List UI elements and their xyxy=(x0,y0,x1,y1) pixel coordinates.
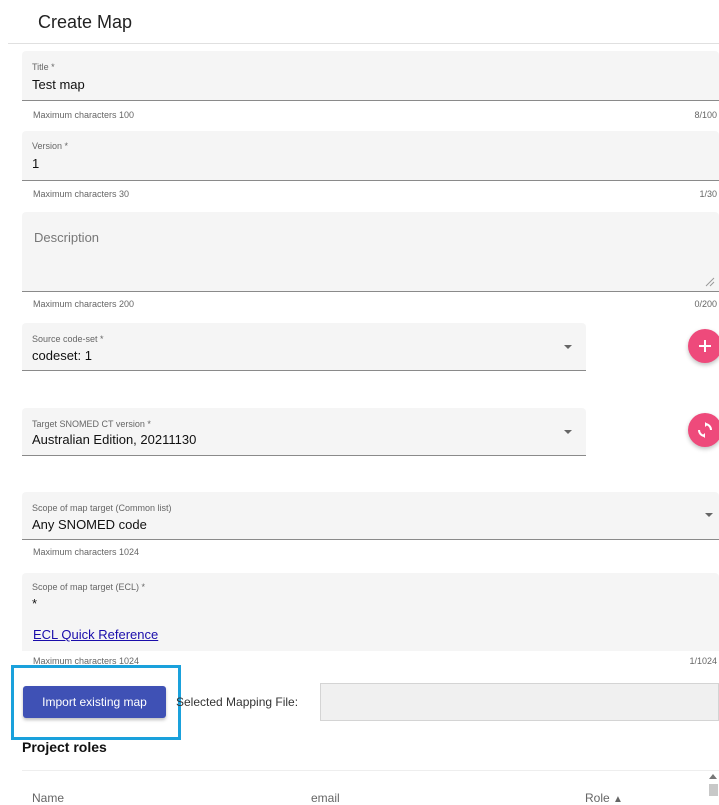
description-field[interactable]: Description xyxy=(22,212,719,292)
scope-ecl-value: * xyxy=(32,596,38,611)
source-codeset-label: Source code-set * xyxy=(32,334,104,344)
target-snomed-value: Australian Edition, 20211130 xyxy=(32,432,197,447)
scope-ecl-counter: 1/1024 xyxy=(689,656,717,666)
scope-common-label: Scope of map target (Common list) xyxy=(32,503,172,513)
title-divider xyxy=(8,43,719,44)
selected-file-label: Selected Mapping File: xyxy=(176,695,299,709)
description-counter: 0/200 xyxy=(694,299,717,309)
sync-icon xyxy=(698,422,712,438)
project-roles-heading: Project roles xyxy=(22,739,107,755)
column-header-role-label: Role xyxy=(585,791,610,805)
page-title: Create Map xyxy=(38,12,133,32)
scope-common-select[interactable]: Scope of map target (Common list) Any SN… xyxy=(22,492,719,540)
version-field-label: Version * xyxy=(32,141,69,151)
scroll-up-icon[interactable] xyxy=(709,774,717,779)
roles-table-header: Name email Role ▲ xyxy=(22,770,719,805)
selected-file-field[interactable] xyxy=(320,683,719,721)
column-header-role[interactable]: Role ▲ xyxy=(585,791,623,805)
add-codeset-button[interactable] xyxy=(688,329,719,363)
title-counter: 8/100 xyxy=(694,110,717,120)
chevron-down-icon xyxy=(705,513,713,517)
plus-icon xyxy=(699,340,711,352)
version-field-value: 1 xyxy=(32,156,40,171)
title-field[interactable]: Title * Test map xyxy=(22,51,719,101)
chevron-down-icon xyxy=(564,345,572,349)
scope-common-helper: Maximum characters 1024 xyxy=(33,547,140,557)
ecl-quick-reference-link[interactable]: ECL Quick Reference xyxy=(33,627,158,642)
version-field[interactable]: Version * 1 xyxy=(22,131,719,181)
import-existing-map-button[interactable]: Import existing map xyxy=(23,686,166,718)
version-helper: Maximum characters 30 xyxy=(33,189,130,199)
scope-common-value: Any SNOMED code xyxy=(32,517,147,532)
title-field-label: Title * xyxy=(32,62,55,72)
description-helper: Maximum characters 200 xyxy=(33,299,135,309)
scrollbar-thumb[interactable] xyxy=(709,784,718,796)
column-header-name[interactable]: Name xyxy=(32,791,64,805)
scope-ecl-helper: Maximum characters 1024 xyxy=(33,656,140,666)
source-codeset-value: codeset: 1 xyxy=(32,348,92,363)
source-codeset-select[interactable]: Source code-set * codeset: 1 xyxy=(22,323,586,371)
scope-ecl-label: Scope of map target (ECL) * xyxy=(32,582,146,592)
resize-grip-icon[interactable] xyxy=(705,277,715,287)
target-snomed-select[interactable]: Target SNOMED CT version * Australian Ed… xyxy=(22,408,586,456)
title-helper: Maximum characters 100 xyxy=(33,110,135,120)
target-snomed-label: Target SNOMED CT version * xyxy=(32,419,151,429)
chevron-down-icon xyxy=(564,430,572,434)
version-counter: 1/30 xyxy=(699,189,717,199)
column-header-email[interactable]: email xyxy=(311,791,340,805)
description-placeholder: Description xyxy=(34,230,100,245)
title-field-value: Test map xyxy=(32,77,85,92)
refresh-snomed-button[interactable] xyxy=(688,413,719,447)
